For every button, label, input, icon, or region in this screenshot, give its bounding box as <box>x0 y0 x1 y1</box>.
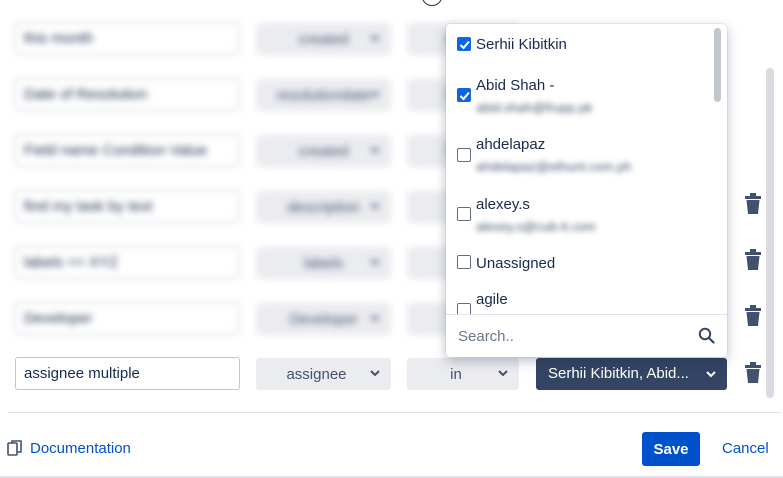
query-name-input[interactable]: Field name Condition Value <box>15 134 240 167</box>
option-label: ahdelapaz <box>476 136 546 153</box>
field-select[interactable]: Developer <box>256 303 391 335</box>
cancel-button[interactable]: Cancel <box>712 440 779 457</box>
chevron-down-icon <box>370 35 380 42</box>
copy-document-icon <box>7 440 22 456</box>
dropdown-option[interactable]: Abid Shah - abid.shah@frupp.pk <box>446 76 708 136</box>
option-email: abid.shah@frupp.pk <box>476 100 593 115</box>
checkmark-icon <box>459 91 470 101</box>
query-name-input[interactable]: this month <box>15 22 240 55</box>
save-button[interactable]: Save <box>642 432 700 466</box>
field-select-value: labels <box>303 254 344 272</box>
chevron-down-icon <box>370 91 380 98</box>
field-select-value: description <box>287 198 360 216</box>
field-select[interactable]: resolutiondate <box>256 79 391 111</box>
checkbox[interactable] <box>457 148 471 162</box>
field-select[interactable]: labels <box>256 247 391 279</box>
partial-circle-icon <box>422 0 442 6</box>
dropdown-option[interactable]: agile <box>446 290 708 314</box>
query-name-input[interactable]: Developer <box>15 302 240 335</box>
dropdown-option[interactable]: Serhii Kibitkin <box>446 24 708 82</box>
option-label: Unassigned <box>476 255 556 272</box>
operator-select-value: in <box>450 365 462 383</box>
value-multiselect[interactable]: Serhii Kibitkin, Abid... <box>536 358 727 390</box>
trash-icon[interactable] <box>743 305 763 327</box>
query-row-active: assignee multiple assignee in Serhii Kib… <box>0 357 783 391</box>
checkmark-icon <box>459 40 470 50</box>
dropdown-options-list[interactable]: Serhii Kibitkin Abid Shah - abid.shah@fr… <box>446 24 727 314</box>
documentation-label: Documentation <box>30 440 131 457</box>
query-name-input[interactable]: Date of Resolution <box>15 78 240 111</box>
chevron-down-icon <box>498 370 508 377</box>
checkbox[interactable] <box>457 255 471 269</box>
field-select-value: assignee <box>286 365 347 383</box>
field-select-value: created <box>298 30 349 48</box>
value-multiselect-text: Serhii Kibitkin, Abid... <box>548 365 689 382</box>
operator-select[interactable]: in <box>407 358 519 390</box>
field-select-value: Developer <box>289 310 358 328</box>
query-name-input[interactable]: labels == XYZ <box>15 246 240 279</box>
search-input[interactable] <box>458 325 688 347</box>
option-label: Abid Shah - <box>476 77 555 94</box>
query-name-input[interactable]: find my task by text <box>15 190 240 223</box>
field-select-value: resolutiondate <box>276 86 371 104</box>
field-select[interactable]: created <box>256 135 391 167</box>
trash-icon[interactable] <box>743 362 763 384</box>
chevron-down-icon <box>370 203 380 210</box>
option-label: alexey.s <box>476 196 530 213</box>
chevron-down-icon <box>370 315 380 322</box>
option-email: ahdelapaz@ethunt.com.ph <box>476 159 632 174</box>
page-scrollbar[interactable] <box>766 68 774 398</box>
dropdown-option[interactable]: Unassigned <box>446 250 708 290</box>
chevron-down-icon <box>370 147 380 154</box>
chevron-down-icon <box>370 259 380 266</box>
checkbox[interactable] <box>457 207 471 221</box>
field-select[interactable]: assignee <box>256 358 391 390</box>
dropdown-option[interactable]: alexey.s alexey.s@cub-it.com <box>446 195 708 255</box>
chevron-down-icon <box>370 370 380 377</box>
dropdown-scrollbar[interactable] <box>714 28 721 102</box>
checkbox[interactable] <box>457 303 471 314</box>
chevron-down-icon <box>706 371 716 378</box>
field-select[interactable]: description <box>256 191 391 223</box>
documentation-link[interactable]: Documentation <box>7 440 131 457</box>
trash-icon[interactable] <box>743 193 763 215</box>
checkbox-checked[interactable] <box>457 88 471 102</box>
trash-icon[interactable] <box>743 249 763 271</box>
field-select-value: created <box>298 142 349 160</box>
footer-divider <box>8 412 781 413</box>
dropdown-option[interactable]: ahdelapaz ahdelapaz@ethunt.com.ph <box>446 135 708 195</box>
assignee-dropdown: Serhii Kibitkin Abid Shah - abid.shah@fr… <box>446 24 727 357</box>
option-label: agile <box>476 291 508 308</box>
query-name-input[interactable]: assignee multiple <box>15 357 240 390</box>
option-email: alexey.s@cub-it.com <box>476 219 596 234</box>
dropdown-search <box>446 314 727 357</box>
search-icon[interactable] <box>698 327 715 344</box>
field-select[interactable]: created <box>256 23 391 55</box>
checkbox-checked[interactable] <box>457 37 471 51</box>
option-label: Serhii Kibitkin <box>476 36 567 53</box>
